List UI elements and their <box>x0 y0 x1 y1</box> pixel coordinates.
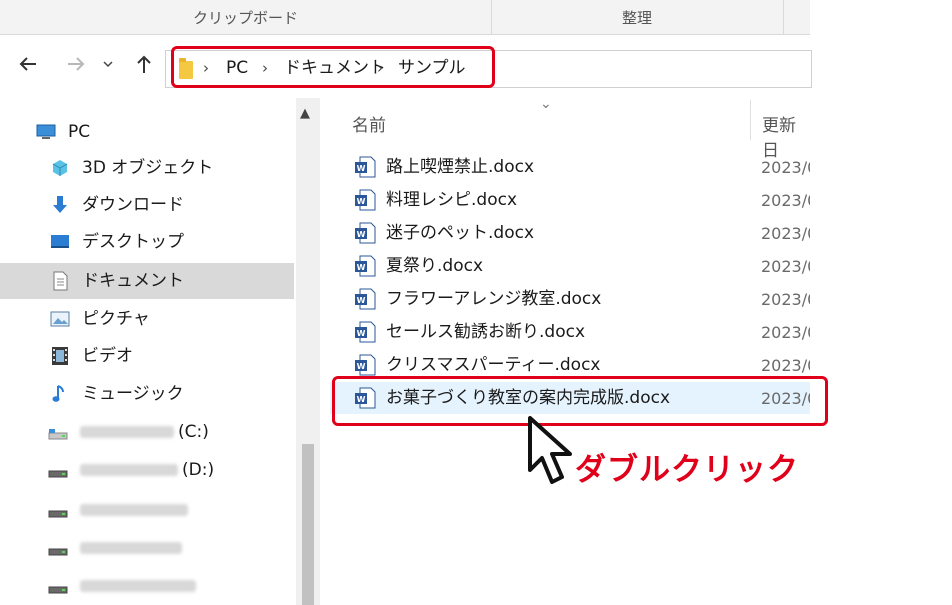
sidebar-item-documents[interactable]: ドキュメント <box>0 263 294 299</box>
file-date: 2023/0 <box>761 257 810 276</box>
svg-text:W: W <box>357 197 366 206</box>
ribbon: クリップボード 整理 <box>0 0 810 35</box>
word-document-icon: W <box>355 354 376 376</box>
file-date: 2023/0 <box>761 224 810 243</box>
file-name: フラワーアレンジ教室.docx <box>386 289 602 309</box>
arrow-left-icon <box>19 57 36 71</box>
drive-icon <box>48 470 68 478</box>
svg-text:W: W <box>357 230 366 239</box>
word-document-icon: W <box>355 321 376 343</box>
arrow-up-icon <box>137 55 151 73</box>
drive-icon <box>48 429 68 440</box>
file-name: 迷子のペット.docx <box>386 223 535 243</box>
sidebar-item-label: ドキュメント <box>82 271 184 291</box>
ribbon-group-organize[interactable]: 整理 <box>491 0 784 34</box>
file-list-header: ⌄ 名前 更新日 <box>330 96 810 161</box>
file-date: 2023/0 <box>761 356 810 375</box>
word-document-icon: W <box>355 156 376 178</box>
sidebar-item-label: ビデオ <box>82 346 133 366</box>
file-name: セールス勧誘お断り.docx <box>386 322 586 342</box>
desktop-icon <box>51 235 69 248</box>
back-button[interactable] <box>14 52 42 80</box>
sidebar-item-label: ミュージック <box>82 384 184 404</box>
word-document-icon: W <box>355 255 376 277</box>
file-name: 路上喫煙禁止.docx <box>386 157 535 177</box>
cube-icon <box>52 160 68 176</box>
sidebar-item-drive-d[interactable]: (D:) <box>0 452 294 488</box>
sidebar-item-label: (C:) <box>178 422 209 442</box>
document-icon <box>53 271 68 291</box>
sidebar-item-drive[interactable] <box>0 492 294 528</box>
recent-locations-button[interactable] <box>98 52 118 80</box>
sidebar-item-videos[interactable]: ビデオ <box>0 338 294 374</box>
svg-text:W: W <box>357 296 366 305</box>
double-click-annotation: ダブルクリック <box>575 452 799 488</box>
sidebar-item-music[interactable]: ミュージック <box>0 376 294 412</box>
sidebar-item-label: (D:) <box>182 460 215 480</box>
navigation-pane: PC 3D オブジェクト ダウンロード デスクトップ ドキュメント ピクチャ ビ… <box>0 98 294 605</box>
svg-text:W: W <box>357 329 366 338</box>
breadcrumb-highlight <box>171 46 495 88</box>
file-row[interactable]: W セールス勧誘お断り.docx 2023/0 <box>330 316 810 348</box>
svg-text:W: W <box>357 164 366 173</box>
file-name: 料理レシピ.docx <box>386 190 518 210</box>
file-name: クリスマスパーティー.docx <box>386 355 601 375</box>
film-icon <box>52 347 68 365</box>
word-document-icon: W <box>355 222 376 244</box>
column-header-name[interactable]: 名前 <box>352 111 386 136</box>
sidebar-item-drive[interactable] <box>0 530 294 566</box>
forward-button[interactable] <box>62 52 90 80</box>
sidebar-item-label: デスクトップ <box>82 232 184 252</box>
file-name: 夏祭り.docx <box>386 256 484 276</box>
file-row[interactable]: W フラワーアレンジ教室.docx 2023/0 <box>330 283 810 315</box>
chevron-down-icon <box>103 61 113 68</box>
sidebar-item-desktop[interactable]: デスクトップ <box>0 224 294 260</box>
sidebar-item-pictures[interactable]: ピクチャ <box>0 301 294 337</box>
drive-icon <box>48 510 68 518</box>
sort-chevron-icon: ⌄ <box>540 96 552 112</box>
file-row[interactable]: W 料理レシピ.docx 2023/0 <box>330 184 810 216</box>
picture-icon <box>50 311 70 327</box>
word-document-icon: W <box>355 189 376 211</box>
scrollbar-thumb[interactable] <box>302 444 314 605</box>
arrow-right-icon <box>68 57 85 71</box>
sidebar-item-label: ピクチャ <box>82 309 150 329</box>
download-arrow-icon <box>53 196 67 213</box>
sidebar-item-drive[interactable] <box>0 568 294 604</box>
svg-text:W: W <box>357 362 366 371</box>
drive-icon <box>48 548 68 556</box>
up-button[interactable] <box>130 52 158 80</box>
word-document-icon: W <box>355 288 376 310</box>
mouse-cursor-icon <box>528 416 572 484</box>
sidebar-item-label: PC <box>68 122 91 142</box>
file-row[interactable]: W 路上喫煙禁止.docx 2023/0 <box>330 151 810 183</box>
sidebar-scrollbar[interactable]: ▲ <box>296 98 320 605</box>
sidebar-item-downloads[interactable]: ダウンロード <box>0 187 294 223</box>
sidebar-item-drive-c[interactable]: (C:) <box>0 414 294 450</box>
drive-icon <box>48 586 68 594</box>
file-date: 2023/0 <box>761 158 810 177</box>
svg-text:W: W <box>357 263 366 272</box>
sidebar-item-pc[interactable]: PC <box>0 114 294 150</box>
scroll-up-arrow-icon[interactable]: ▲ <box>300 106 310 121</box>
sidebar-item-label: 3D オブジェクト <box>82 158 214 178</box>
music-note-icon <box>52 385 64 402</box>
file-row[interactable]: W 夏祭り.docx 2023/0 <box>330 250 810 282</box>
file-date: 2023/0 <box>761 323 810 342</box>
sidebar-item-3d-objects[interactable]: 3D オブジェクト <box>0 150 294 186</box>
sidebar-item-label: ダウンロード <box>82 195 184 215</box>
file-row[interactable]: W 迷子のペット.docx 2023/0 <box>330 217 810 249</box>
ribbon-group-clipboard[interactable]: クリップボード <box>0 0 492 34</box>
file-date: 2023/0 <box>761 191 810 210</box>
column-divider[interactable] <box>750 100 751 140</box>
file-date: 2023/0 <box>761 290 810 309</box>
monitor-icon <box>36 124 56 139</box>
